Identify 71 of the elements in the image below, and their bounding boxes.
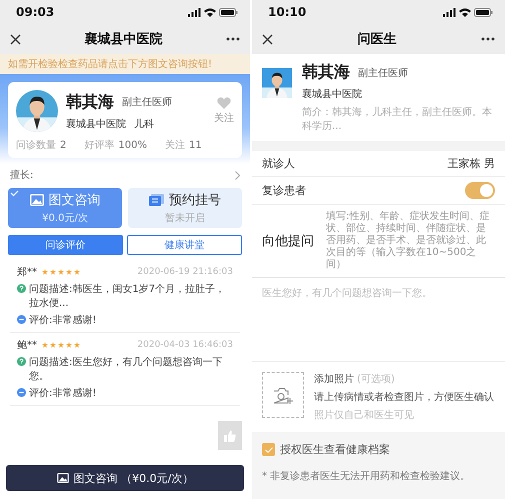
specialty-label: 擅长: — [10, 168, 34, 182]
question-icon — [17, 357, 26, 366]
close-icon[interactable] — [10, 34, 21, 44]
review-comment: 评价:非常感谢! — [29, 314, 96, 327]
question-icon — [17, 284, 26, 293]
patient-label: 就诊人 — [262, 156, 295, 171]
doctor-intro: 简介：韩其海，儿科主任，副主任医师。本科学历... — [302, 106, 493, 133]
wifi-icon — [204, 8, 216, 16]
follow-button[interactable]: 关注 — [214, 97, 234, 125]
returning-patient-label: 复诊患者 — [262, 183, 306, 198]
image-icon — [56, 473, 69, 483]
page-title: 襄城县中医院 — [84, 30, 162, 48]
photo-title: 添加照片 — [314, 372, 354, 386]
department-name: 儿科 — [134, 118, 154, 130]
status-time: 09:03 — [16, 5, 54, 19]
optional-tag: (可选项) — [357, 372, 395, 386]
question-hint: 填写:性别、年龄、症状发生时间、症状、部位、持续时间、伴随症状、是否用药、是否手术、是否就诊过、此次目的等（输入字数在10~500之间） — [326, 211, 490, 271]
comment-icon — [17, 315, 26, 324]
add-photo-button[interactable] — [262, 372, 304, 418]
doctor-name: 韩其海 — [66, 92, 114, 112]
patient-value: 王家栋 男 — [448, 156, 495, 171]
stat-label: 问诊数量 — [16, 139, 56, 152]
question-label: 向他提问 — [262, 233, 314, 250]
more-icon[interactable] — [481, 37, 495, 41]
signal-icon — [188, 8, 201, 16]
stat-value: 100% — [118, 140, 147, 150]
close-icon[interactable] — [262, 34, 273, 44]
authorize-label: 授权医生查看健康档案 — [280, 442, 390, 457]
stat-value: 2 — [60, 140, 66, 150]
thumbs-up-icon — [224, 430, 236, 442]
battery-icon — [219, 8, 238, 16]
doctor-name: 韩其海 — [302, 62, 350, 83]
stat-label: 关注 — [164, 138, 185, 152]
photo-privacy: 照片仅自己和医生可见 — [314, 408, 415, 422]
consult-button[interactable]: 图文咨询 （¥0.0元/次） — [6, 465, 244, 491]
footnote: * 非复诊患者医生无法开用药和检查检验建议。 — [262, 470, 472, 483]
review-date: 2020-04-03 16:46:03 — [137, 340, 233, 350]
reviewer-name: 郑** — [17, 266, 37, 279]
camera-icon — [273, 386, 293, 404]
notice-text: 如需开检验检查药品请点击下方图文咨询按钮! — [0, 54, 250, 74]
photo-description: 请上传病情或者检查图片，方便医生确认 — [314, 390, 495, 404]
review-date: 2020-06-19 21:16:03 — [137, 267, 233, 277]
chevron-right-icon[interactable] — [235, 170, 240, 180]
review-question: 问题描述:韩医生，闺女1岁7个月，拉肚子，拉水便... — [29, 282, 226, 310]
heart-icon — [217, 97, 231, 109]
review-question: 问题描述:医生您好，有几个问题想咨询一下您。 — [29, 356, 224, 383]
battery-icon — [474, 8, 493, 16]
signal-icon — [443, 8, 456, 16]
comment-icon — [17, 388, 26, 397]
more-icon[interactable] — [226, 37, 240, 41]
service-card[interactable]: 图文咨询 ¥0.0元/次 — [8, 188, 122, 228]
image-icon — [30, 194, 44, 206]
tab[interactable]: 健康讲堂 — [127, 235, 242, 255]
review-comment: 评价:非常感谢! — [29, 386, 96, 400]
hospital-name: 襄城县中医院 — [302, 88, 363, 101]
doctor-title: 副主任医师 — [358, 66, 408, 80]
reviewer-name: 鲍** — [17, 339, 37, 352]
doctor-title: 副主任医师 — [122, 96, 172, 109]
tab[interactable]: 问诊评价 — [8, 235, 123, 255]
hospital-name: 襄城县中医院 — [66, 118, 126, 130]
stat-value: 11 — [188, 140, 202, 150]
page-title: 问医生 — [358, 31, 396, 48]
status-time: 10:10 — [268, 5, 306, 19]
list-icon — [149, 194, 164, 206]
check-icon — [10, 190, 19, 197]
wifi-icon — [459, 8, 471, 16]
service-card[interactable]: 预约挂号 暂未开启 — [128, 188, 242, 228]
stat-label: 好评率 — [84, 138, 114, 152]
checkbox[interactable] — [262, 443, 275, 456]
check-icon — [264, 446, 272, 452]
toggle-switch[interactable] — [465, 182, 495, 199]
